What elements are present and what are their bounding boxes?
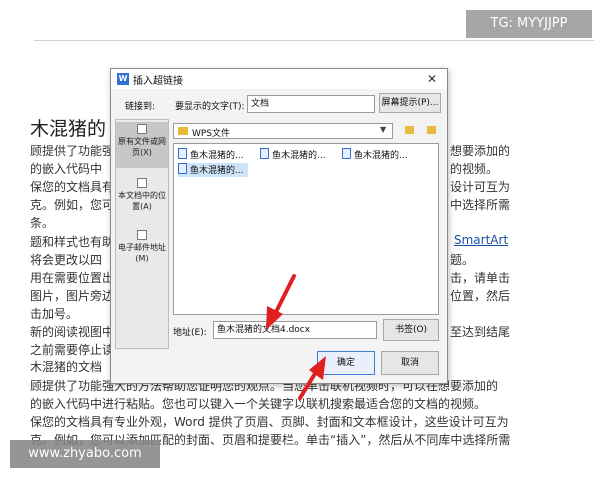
annotation-arrows xyxy=(266,274,326,400)
arrow-to-address-icon xyxy=(266,274,296,330)
arrow-to-ok-icon xyxy=(298,356,326,400)
